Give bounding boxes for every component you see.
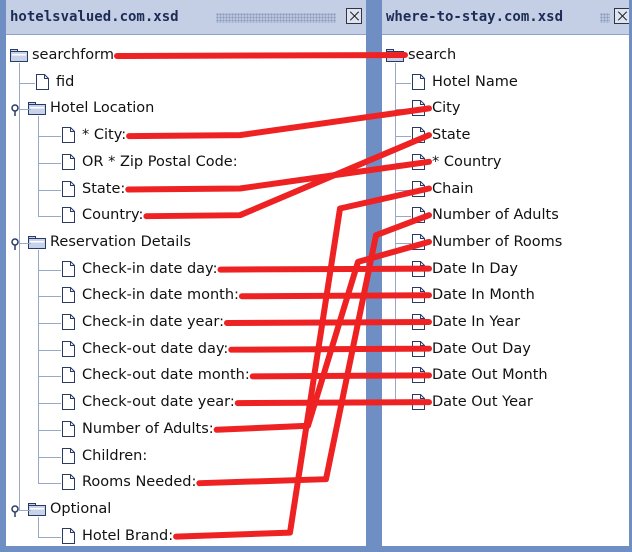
tree-connector — [395, 376, 411, 378]
right-tree-item-country-label: * Country — [432, 153, 502, 170]
left-panel-titlebar[interactable]: hotelsvalued.com.xsd — [6, 0, 366, 35]
tree-connector — [395, 242, 411, 244]
tree-connector — [19, 509, 31, 511]
right-tree-item-city[interactable]: City — [382, 98, 629, 120]
tree-connector — [19, 109, 31, 111]
tree-connector — [38, 136, 61, 138]
tree-connector — [38, 249, 39, 484]
tree-connector — [38, 116, 39, 217]
right-tree-item-date-in-month-label: Date In Month — [432, 287, 535, 304]
right-tree-item-date-out-year-label: Date Out Year — [432, 394, 533, 411]
right-tree-item-date-out-month[interactable]: Date Out Month — [382, 365, 629, 387]
right-tree-item-hotel-name[interactable]: Hotel Name — [382, 72, 629, 94]
left-tree-root[interactable]: searchform — [10, 45, 366, 67]
tree-connector — [38, 483, 61, 485]
tree-connector — [38, 189, 61, 191]
left-tree-item-check-in-date-day-label: Check-in date day: — [82, 260, 218, 277]
right-tree-root-label: search — [408, 47, 457, 63]
right-tree-item-state-label: State — [432, 127, 471, 144]
left-panel-close-icon[interactable] — [346, 8, 362, 24]
tree-connector — [38, 162, 61, 164]
right-tree-item-date-out-month-label: Date Out Month — [432, 367, 548, 384]
tree-connector — [38, 216, 61, 218]
tree-connector — [395, 216, 411, 218]
tree-connector — [38, 403, 61, 405]
left-tree-item-optional-label: Optional — [50, 500, 112, 517]
left-tree-item-hotel-brand-label: Hotel Brand: — [82, 527, 174, 544]
left-tree-item-city-label: * City: — [82, 127, 127, 144]
left-tree-item-check-out-date-year-label: Check-out date year: — [82, 394, 235, 411]
right-tree-item-country[interactable]: * Country — [382, 152, 629, 174]
tree-connector — [395, 136, 411, 138]
left-tree-item-check-in-date-month-label: Check-in date month: — [82, 287, 239, 304]
left-tree-item-fid[interactable]: fid — [6, 72, 366, 94]
tree-connector — [38, 323, 61, 324]
left-tree-item-or-zip-postal-code-label: OR * Zip Postal Code: — [82, 153, 238, 170]
tree-connector — [38, 296, 61, 298]
right-tree-item-state[interactable]: State — [382, 125, 629, 147]
left-tree-item-fid-label: fid — [56, 73, 75, 90]
right-tree-item-chain-label: Chain — [432, 180, 474, 197]
tree-connector — [395, 162, 411, 164]
tree-connector — [19, 63, 20, 510]
right-tree-item-date-out-day[interactable]: Date Out Day — [382, 339, 629, 361]
tree-connector — [395, 269, 411, 271]
right-panel-close-icon[interactable] — [614, 8, 629, 24]
right-tree-item-date-in-day[interactable]: Date In Day — [382, 259, 629, 281]
right-tree-item-date-out-year[interactable]: Date Out Year — [382, 392, 629, 414]
tree-connector — [38, 456, 61, 458]
left-tree-item-country-label: Country: — [82, 207, 144, 224]
right-tree-root[interactable]: search — [386, 45, 629, 67]
tree-connector — [395, 109, 411, 111]
tree-connector — [38, 429, 61, 431]
right-tree-item-number-of-rooms-label: Number of Rooms — [432, 233, 563, 250]
tree-connector — [19, 82, 35, 84]
right-tree-item-number-of-rooms[interactable]: Number of Rooms — [382, 232, 629, 254]
left-panel-drag-grip[interactable] — [216, 13, 336, 23]
right-tree-item-date-in-month[interactable]: Date In Month — [382, 285, 629, 307]
left-tree-item-optional[interactable]: Optional — [6, 499, 366, 521]
tree-connector — [395, 323, 411, 324]
left-tree-root-label: searchform — [32, 47, 114, 63]
right-tree-item-number-of-adults[interactable]: Number of Adults — [382, 205, 629, 227]
right-tree-item-date-in-year[interactable]: Date In Year — [382, 312, 629, 334]
right-panel-title: where-to-stay.com.xsd — [386, 9, 564, 25]
tree-connector — [395, 63, 396, 404]
left-tree-item-check-out-date-day-label: Check-out date day: — [82, 340, 229, 357]
tree-connector — [395, 189, 411, 191]
left-panel-title: hotelsvalued.com.xsd — [10, 9, 179, 25]
right-tree-item-hotel-name-label: Hotel Name — [432, 73, 518, 90]
left-tree-item-hotel-location[interactable]: Hotel Location — [6, 98, 366, 120]
right-tree-item-date-in-day-label: Date In Day — [432, 260, 518, 277]
left-tree-item-state-label: State: — [82, 180, 126, 197]
tree-connector — [38, 269, 61, 271]
left-tree-item-children-label: Children: — [82, 447, 148, 464]
right-schema-panel: where-to-stay.com.xsd search Hotel Name … — [376, 0, 632, 552]
tree-connector — [38, 349, 61, 351]
tree-connector — [38, 376, 61, 378]
tree-connector — [395, 403, 411, 405]
left-schema-panel: hotelsvalued.com.xsd searchform fid Hote… — [0, 0, 372, 552]
left-tree-item-hotel-location-label: Hotel Location — [50, 100, 155, 117]
left-tree-item-reservation-details-label: Reservation Details — [50, 233, 191, 250]
tree-connector — [19, 242, 31, 244]
left-tree-item-check-in-date-year-label: Check-in date year: — [82, 314, 224, 330]
right-tree-item-number-of-adults-label: Number of Adults — [432, 207, 559, 224]
tree-connector — [38, 516, 39, 537]
left-tree-item-check-out-date-month-label: Check-out date month: — [82, 367, 250, 384]
tree-connector — [38, 536, 61, 538]
right-panel-drag-grip[interactable] — [600, 13, 610, 23]
right-tree-item-date-out-day-label: Date Out Day — [432, 340, 531, 357]
left-tree-item-reservation-details[interactable]: Reservation Details — [6, 232, 366, 254]
left-tree-item-rooms-needed-label: Rooms Needed: — [82, 474, 197, 491]
left-tree-item-number-of-adults-label: Number of Adults: — [82, 420, 214, 437]
right-tree-item-city-label: City — [432, 100, 461, 117]
right-panel-titlebar[interactable]: where-to-stay.com.xsd — [382, 0, 629, 35]
right-tree-item-date-in-year-label: Date In Year — [432, 314, 521, 330]
right-tree-item-chain[interactable]: Chain — [382, 179, 629, 201]
tree-connector — [395, 296, 411, 298]
tree-connector — [395, 82, 411, 84]
tree-connector — [395, 349, 411, 351]
